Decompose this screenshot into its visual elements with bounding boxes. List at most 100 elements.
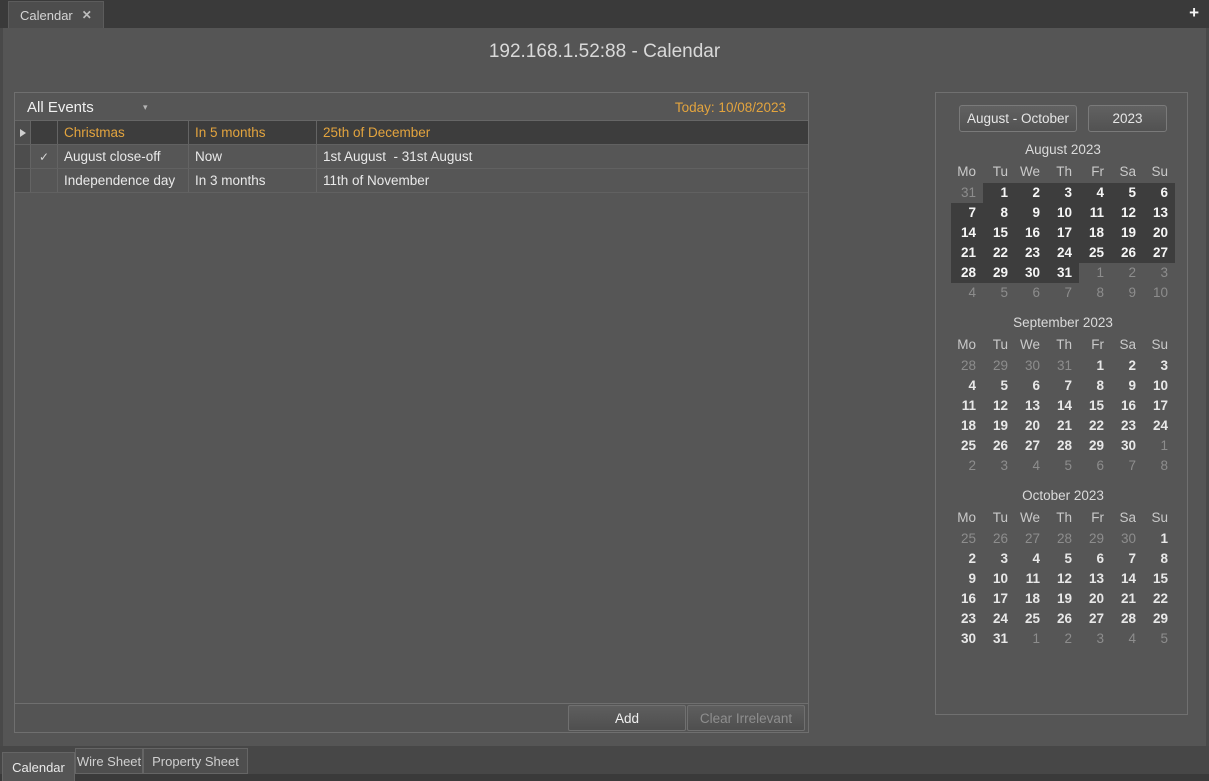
day-cell[interactable]: 7 (1111, 549, 1143, 569)
day-cell[interactable]: 15 (1143, 569, 1175, 589)
day-cell[interactable]: 20 (1015, 416, 1047, 436)
day-cell[interactable]: 25 (951, 529, 983, 549)
day-cell[interactable]: 9 (951, 569, 983, 589)
bottom-tab-calendar[interactable]: Calendar (2, 752, 75, 781)
day-cell[interactable]: 30 (1015, 356, 1047, 376)
day-cell[interactable]: 3 (983, 549, 1015, 569)
day-cell[interactable]: 13 (1015, 396, 1047, 416)
bottom-tab-property-sheet[interactable]: Property Sheet (143, 748, 248, 774)
day-cell[interactable]: 26 (1111, 243, 1143, 263)
day-cell[interactable]: 29 (1143, 609, 1175, 629)
day-cell[interactable]: 18 (951, 416, 983, 436)
day-cell[interactable]: 31 (983, 629, 1015, 649)
day-cell[interactable]: 16 (1015, 223, 1047, 243)
add-button[interactable]: Add (568, 705, 686, 731)
year-button[interactable]: 2023 (1088, 105, 1167, 132)
day-cell[interactable]: 17 (1047, 223, 1079, 243)
day-cell[interactable]: 1 (1079, 263, 1111, 283)
day-cell[interactable]: 22 (1143, 589, 1175, 609)
day-cell[interactable]: 18 (1015, 589, 1047, 609)
day-cell[interactable]: 30 (951, 629, 983, 649)
month-range-button[interactable]: August - October (959, 105, 1077, 132)
day-cell[interactable]: 30 (1111, 436, 1143, 456)
bottom-tab-wire-sheet[interactable]: Wire Sheet (75, 748, 143, 774)
day-cell[interactable]: 24 (1143, 416, 1175, 436)
day-cell[interactable]: 31 (951, 183, 983, 203)
day-cell[interactable]: 14 (1047, 396, 1079, 416)
day-cell[interactable]: 10 (1143, 283, 1175, 303)
day-cell[interactable]: 2 (1111, 263, 1143, 283)
day-cell[interactable]: 30 (1015, 263, 1047, 283)
day-cell[interactable]: 13 (1079, 569, 1111, 589)
day-cell[interactable]: 19 (1111, 223, 1143, 243)
day-cell[interactable]: 10 (983, 569, 1015, 589)
day-cell[interactable]: 5 (1047, 549, 1079, 569)
day-cell[interactable]: 21 (1111, 589, 1143, 609)
day-cell[interactable]: 14 (1111, 569, 1143, 589)
day-cell[interactable]: 29 (983, 356, 1015, 376)
day-cell[interactable]: 8 (1079, 283, 1111, 303)
day-cell[interactable]: 12 (1111, 203, 1143, 223)
day-cell[interactable]: 3 (1143, 356, 1175, 376)
day-cell[interactable]: 9 (1111, 376, 1143, 396)
day-cell[interactable]: 11 (951, 396, 983, 416)
day-cell[interactable]: 25 (1015, 609, 1047, 629)
day-cell[interactable]: 17 (1143, 396, 1175, 416)
day-cell[interactable]: 6 (1143, 183, 1175, 203)
day-cell[interactable]: 1 (1143, 529, 1175, 549)
day-cell[interactable]: 1 (983, 183, 1015, 203)
day-cell[interactable]: 12 (1047, 569, 1079, 589)
day-cell[interactable]: 27 (1079, 609, 1111, 629)
day-cell[interactable]: 13 (1143, 203, 1175, 223)
add-tab-icon[interactable]: + (1189, 3, 1199, 23)
chevron-down-icon[interactable]: ▾ (143, 102, 148, 113)
day-cell[interactable]: 9 (1111, 283, 1143, 303)
day-cell[interactable]: 30 (1111, 529, 1143, 549)
day-cell[interactable]: 5 (1143, 629, 1175, 649)
day-cell[interactable]: 6 (1079, 456, 1111, 476)
day-cell[interactable]: 10 (1143, 376, 1175, 396)
day-cell[interactable]: 7 (951, 203, 983, 223)
day-cell[interactable]: 10 (1047, 203, 1079, 223)
day-cell[interactable]: 6 (1015, 376, 1047, 396)
day-cell[interactable]: 26 (983, 436, 1015, 456)
day-cell[interactable]: 27 (1015, 529, 1047, 549)
day-cell[interactable]: 5 (983, 376, 1015, 396)
clear-irrelevant-button[interactable]: Clear Irrelevant (687, 705, 805, 731)
day-cell[interactable]: 8 (983, 203, 1015, 223)
tab-calendar-view[interactable]: Calendar ✕ (8, 1, 104, 28)
day-cell[interactable]: 12 (983, 396, 1015, 416)
day-cell[interactable]: 22 (983, 243, 1015, 263)
day-cell[interactable]: 8 (1079, 376, 1111, 396)
day-cell[interactable]: 25 (1079, 243, 1111, 263)
day-cell[interactable]: 3 (983, 456, 1015, 476)
day-cell[interactable]: 20 (1143, 223, 1175, 243)
day-cell[interactable]: 1 (1143, 436, 1175, 456)
day-cell[interactable]: 3 (1143, 263, 1175, 283)
day-cell[interactable]: 15 (1079, 396, 1111, 416)
day-cell[interactable]: 31 (1047, 263, 1079, 283)
day-cell[interactable]: 5 (983, 283, 1015, 303)
day-cell[interactable]: 28 (951, 356, 983, 376)
day-cell[interactable]: 23 (951, 609, 983, 629)
day-cell[interactable]: 2 (1111, 356, 1143, 376)
day-cell[interactable]: 2 (1015, 183, 1047, 203)
day-cell[interactable]: 26 (1047, 609, 1079, 629)
day-cell[interactable]: 8 (1143, 549, 1175, 569)
day-cell[interactable]: 23 (1015, 243, 1047, 263)
day-cell[interactable]: 4 (1079, 183, 1111, 203)
event-row[interactable]: Independence dayIn 3 months11th of Novem… (15, 169, 808, 193)
day-cell[interactable]: 21 (1047, 416, 1079, 436)
day-cell[interactable]: 2 (951, 456, 983, 476)
day-cell[interactable]: 7 (1111, 456, 1143, 476)
day-cell[interactable]: 25 (951, 436, 983, 456)
day-cell[interactable]: 22 (1079, 416, 1111, 436)
day-cell[interactable]: 9 (1015, 203, 1047, 223)
day-cell[interactable]: 6 (1079, 549, 1111, 569)
events-filter-dropdown[interactable]: All Events (27, 93, 94, 121)
day-cell[interactable]: 28 (951, 263, 983, 283)
day-cell[interactable]: 11 (1079, 203, 1111, 223)
day-cell[interactable]: 3 (1047, 183, 1079, 203)
day-cell[interactable]: 18 (1079, 223, 1111, 243)
day-cell[interactable]: 19 (983, 416, 1015, 436)
